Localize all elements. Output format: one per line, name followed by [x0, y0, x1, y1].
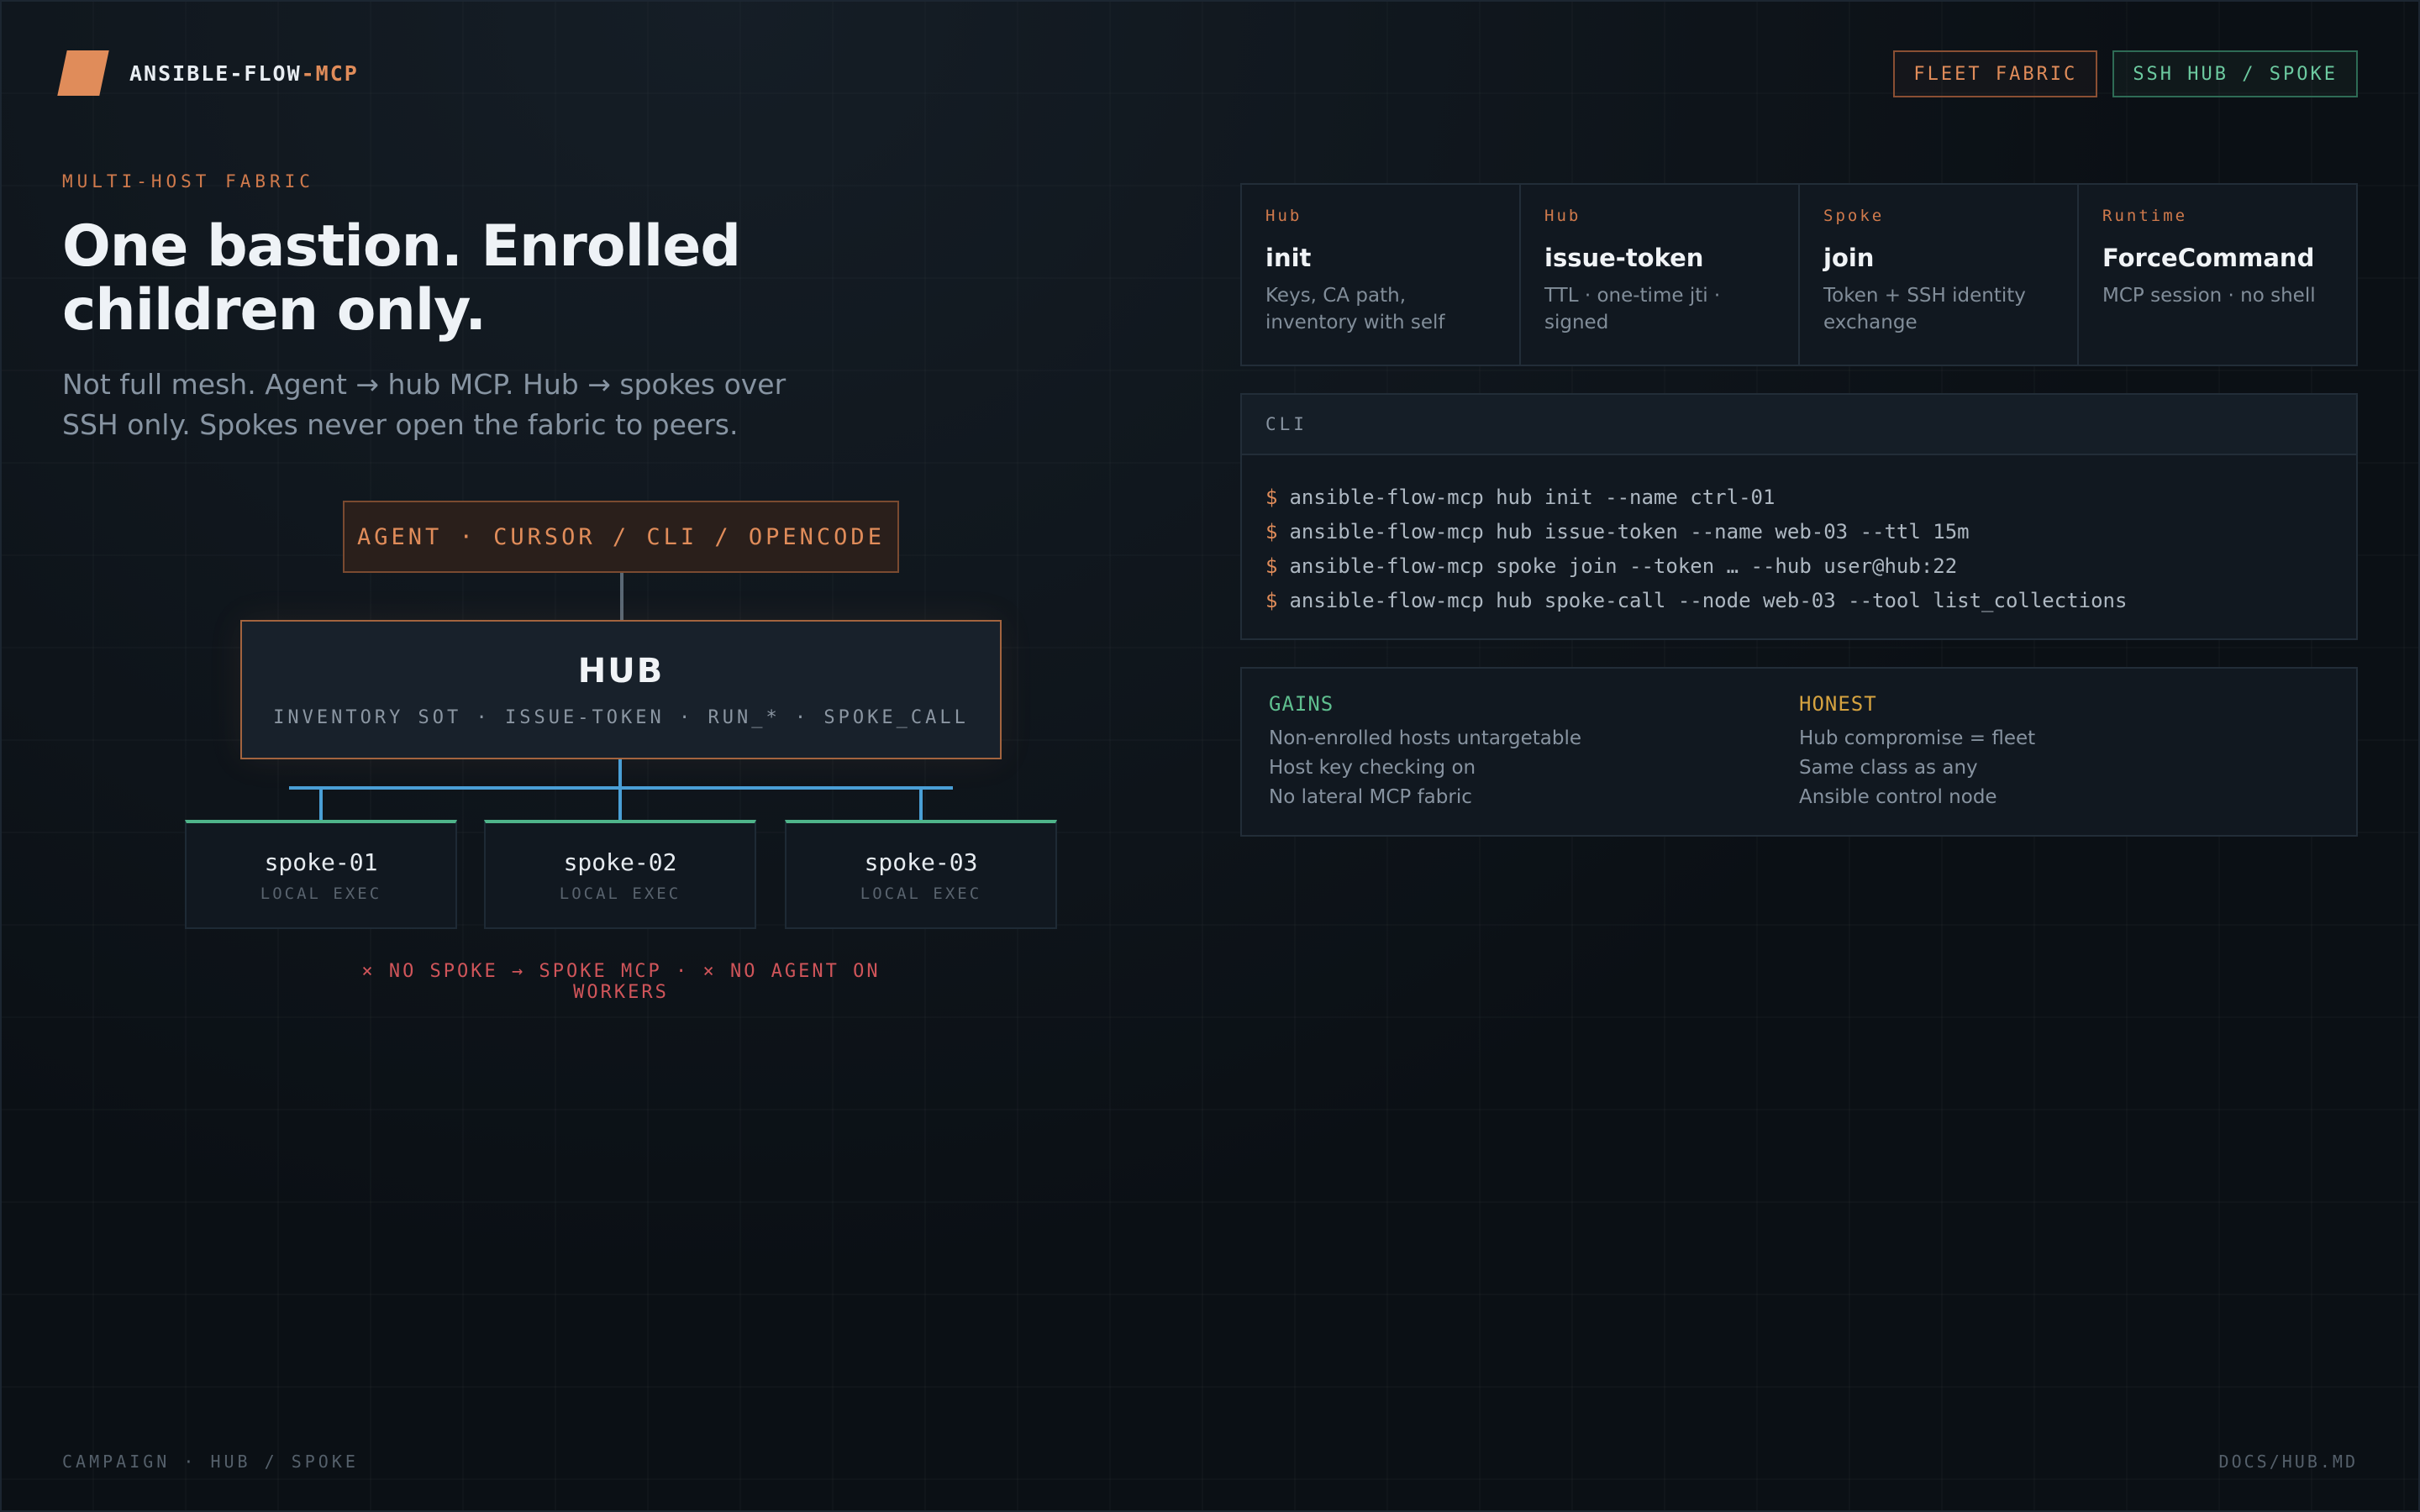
gains-item: No lateral MCP fabric [1269, 786, 1472, 808]
spoke-02-connector [618, 786, 622, 820]
step-card-title: issue-token [1544, 244, 1704, 272]
cli-prompt: $ [1265, 520, 1278, 543]
hub-title: HUB [577, 651, 665, 690]
honest-item: Same class as any [1799, 757, 1978, 779]
honest-item: Hub compromise = fleet [1799, 727, 2036, 749]
step-card: Hub issue-token TTL · one-time jti · sig… [1521, 185, 1800, 365]
agent-hub-connector [620, 573, 623, 620]
cli-panel: CLI $ ansible-flow-mcp hub init --name ct… [1240, 393, 2358, 640]
spoke-03-connector [919, 786, 923, 820]
step-card-desc: TTL · one-time jti · signed [1544, 285, 1721, 333]
tag-ssh-hub-spoke[interactable]: SSH HUB / SPOKE [2112, 50, 2358, 97]
spoke-01-connector [319, 786, 323, 820]
spoke-mode: LOCAL EXEC [559, 884, 681, 903]
cli-prompt: $ [1265, 554, 1278, 578]
spoke-node: spoke-03 LOCAL EXEC [785, 820, 1057, 929]
topology-diagram: AGENT · CURSOR / CLI / OPENCODE HUB INVE… [0, 0, 1092, 1092]
step-card-desc: Keys, CA path, inventory with self [1265, 285, 1445, 333]
spoke-name: spoke-01 [264, 848, 378, 876]
step-cards: Hub init Keys, CA path, inventory with s… [1240, 183, 2358, 366]
cli-prompt: $ [1265, 589, 1278, 612]
step-card: Runtime ForceCommand MCP session · no sh… [2079, 185, 2356, 365]
gains-title: GAINS [1269, 692, 1334, 716]
cli-line[interactable]: $ ansible-flow-mcp spoke join --token … -… [1265, 549, 2333, 584]
footer-docs-link[interactable]: DOCS/HUB.MD [2219, 1452, 2358, 1472]
step-card: Spoke join Token + SSH identity exchange [1800, 185, 2079, 365]
tag-fleet-fabric[interactable]: FLEET FABRIC [1893, 50, 2098, 97]
spoke-node: spoke-02 LOCAL EXEC [484, 820, 756, 929]
step-card-desc: MCP session · no shell [2102, 285, 2316, 307]
cli-line[interactable]: $ ansible-flow-mcp hub spoke-call --node … [1265, 584, 2333, 618]
gains-item: Host key checking on [1269, 757, 1476, 779]
step-card-title: join [1823, 244, 1875, 272]
cli-panel-header: CLI [1242, 395, 2356, 455]
step-card-kind: Hub [1544, 207, 1581, 225]
cli-lines: $ ansible-flow-mcp hub init --name ctrl-0… [1242, 455, 2356, 618]
header-tags: FLEET FABRIC SSH HUB / SPOKE [1893, 50, 2358, 97]
cli-command: ansible-flow-mcp hub spoke-call --node w… [1289, 589, 2128, 612]
cli-command: ansible-flow-mcp spoke join --token … --… [1289, 554, 1958, 578]
cli-line[interactable]: $ ansible-flow-mcp hub init --name ctrl-0… [1265, 480, 2333, 515]
footer-campaign: CAMPAIGN · HUB / SPOKE [62, 1452, 359, 1472]
step-card-kind: Runtime [2102, 207, 2188, 225]
step-card-desc: Token + SSH identity exchange [1823, 285, 2026, 333]
step-card-kind: Spoke [1823, 207, 1885, 225]
cli-command: ansible-flow-mcp hub init --name ctrl-01 [1289, 486, 1776, 509]
cli-prompt: $ [1265, 486, 1278, 509]
constraint-warning: × NO SPOKE → SPOKE MCP · × NO AGENT ON W… [361, 961, 881, 1003]
step-card-title: ForceCommand [2102, 244, 2315, 272]
spoke-mode: LOCAL EXEC [260, 884, 382, 903]
hub-capabilities: INVENTORY SOT · ISSUE-TOKEN · RUN_* · SP… [273, 706, 969, 728]
tradeoffs-panel: GAINS Non-enrolled hosts untargetable Ho… [1240, 667, 2358, 837]
gains-column: GAINS Non-enrolled hosts untargetable Ho… [1269, 692, 1799, 811]
spoke-name: spoke-02 [563, 848, 677, 876]
step-card-title: init [1265, 244, 1312, 272]
step-card-kind: Hub [1265, 207, 1302, 225]
hub-trunk-connector [618, 759, 622, 788]
spoke-mode: LOCAL EXEC [860, 884, 982, 903]
hub-node: HUB INVENTORY SOT · ISSUE-TOKEN · RUN_* … [240, 620, 1002, 759]
spoke-node: spoke-01 LOCAL EXEC [185, 820, 457, 929]
honest-title: HONEST [1799, 692, 1877, 716]
cli-command: ansible-flow-mcp hub issue-token --name … [1289, 520, 1970, 543]
honest-item: Ansible control node [1799, 786, 1997, 808]
agent-node: AGENT · CURSOR / CLI / OPENCODE [343, 501, 899, 573]
cli-line[interactable]: $ ansible-flow-mcp hub issue-token --name… [1265, 515, 2333, 549]
step-card: Hub init Keys, CA path, inventory with s… [1242, 185, 1521, 365]
spoke-name: spoke-03 [864, 848, 978, 876]
honest-column: HONEST Hub compromise = fleet Same class… [1799, 692, 2329, 811]
gains-item: Non-enrolled hosts untargetable [1269, 727, 1582, 749]
